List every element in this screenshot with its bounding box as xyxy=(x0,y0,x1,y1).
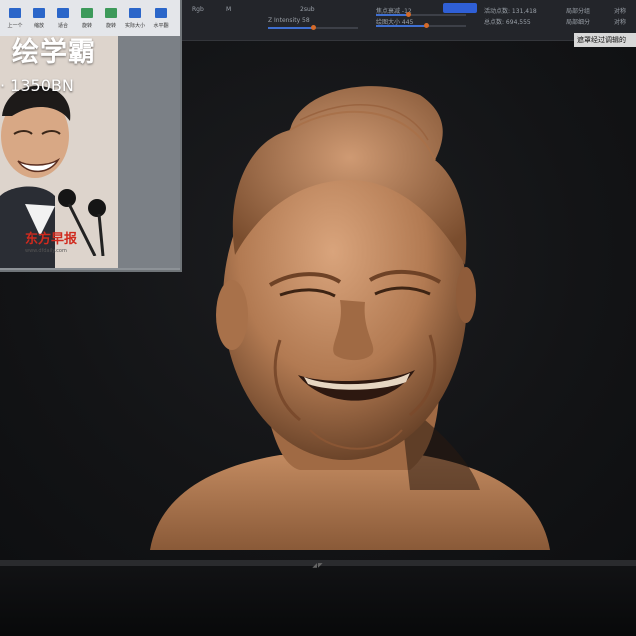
active-mode-button[interactable] xyxy=(443,3,477,13)
focal-shift-fill xyxy=(376,14,408,16)
toolbar-button-rotate-right[interactable]: 旋转 xyxy=(100,6,122,32)
symmetry-button-2[interactable]: 对称 xyxy=(614,17,626,26)
material-button[interactable]: M xyxy=(226,6,231,13)
total-points-label: 总点数: 694,555 xyxy=(484,19,531,26)
photo-caption: · 1350BN xyxy=(0,76,74,95)
reference-photo-window[interactable]: 上一个 缩放 适合 旋转 旋转 实际大小 水平翻 绘学霸 · 1350BN 东方… xyxy=(0,0,182,272)
active-points-label: 活动点数: 131,418 xyxy=(484,8,537,15)
zoom-icon xyxy=(33,8,45,18)
monitor-brand-mark: ◢◤ xyxy=(312,562,324,569)
symmetry-button[interactable]: 对称 xyxy=(614,6,626,15)
z-intensity-label: Z Intensity 58 xyxy=(268,17,310,24)
polygroup-button[interactable]: 局部分组 xyxy=(566,6,590,15)
zbrush-viewport[interactable]: Rgb M 2sub Z Intensity 58 焦点衰减 -12 绘图大小 … xyxy=(0,0,636,560)
tooltip: 遮罩经过调辑的 xyxy=(574,33,636,47)
draw-size-knob[interactable] xyxy=(423,23,429,28)
rgb-button[interactable]: Rgb xyxy=(192,6,204,13)
draw-size-fill xyxy=(376,25,426,27)
toolbar-button-zoom[interactable]: 缩放 xyxy=(28,6,50,32)
newspaper-logo: 东方早报 xyxy=(25,232,78,247)
photo-side-panel xyxy=(118,36,180,268)
subdivision-button[interactable]: 局部细分 xyxy=(566,17,590,26)
z-intensity-fill xyxy=(268,27,313,29)
arrow-icon xyxy=(9,8,21,18)
flip-icon xyxy=(155,8,167,18)
sculpt-model[interactable] xyxy=(140,70,560,560)
newspaper-url: www.dfdaily.com xyxy=(25,248,67,254)
fit-icon xyxy=(57,8,69,18)
toolbar-button-flip[interactable]: 水平翻 xyxy=(150,6,172,32)
toolbar-button-fit[interactable]: 适合 xyxy=(52,6,74,32)
monitor-bezel xyxy=(0,560,636,636)
rotate-icon xyxy=(105,8,117,18)
toolbar-button-rotate-left[interactable]: 旋转 xyxy=(76,6,98,32)
z-intensity-knob[interactable] xyxy=(311,25,316,30)
size-icon xyxy=(129,8,141,18)
top-shelf: Rgb M 2sub Z Intensity 58 焦点衰减 -12 绘图大小 … xyxy=(180,0,636,41)
toolbar-button-prev[interactable]: 上一个 xyxy=(4,6,26,32)
rotate-icon xyxy=(81,8,93,18)
sub-button[interactable]: 2sub xyxy=(300,6,315,13)
photo-watermark-title: 绘学霸 xyxy=(12,37,96,68)
toolbar-button-actual-size[interactable]: 实际大小 xyxy=(124,6,146,32)
